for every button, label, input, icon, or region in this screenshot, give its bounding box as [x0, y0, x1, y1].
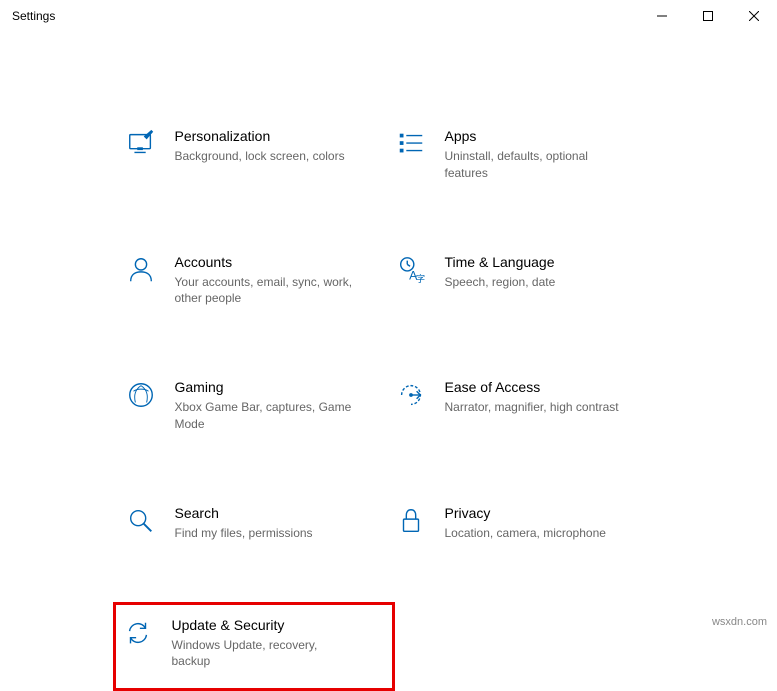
tile-text: Search Find my files, permissions: [175, 505, 313, 542]
tile-title: Apps: [445, 128, 625, 144]
tile-personalization[interactable]: Personalization Background, lock screen,…: [119, 122, 389, 188]
close-button[interactable]: [731, 0, 777, 32]
tile-desc: Windows Update, recovery, backup: [172, 637, 352, 671]
tile-time-language[interactable]: A字 Time & Language Speech, region, date: [389, 248, 659, 314]
tile-update-security[interactable]: Update & Security Windows Update, recove…: [113, 602, 395, 691]
settings-content: Personalization Background, lock screen,…: [0, 32, 777, 685]
tile-title: Personalization: [175, 128, 345, 144]
maximize-button[interactable]: [685, 0, 731, 32]
svg-text:字: 字: [415, 273, 424, 284]
tile-title: Privacy: [445, 505, 606, 521]
tile-text: Time & Language Speech, region, date: [445, 254, 556, 291]
tile-title: Accounts: [175, 254, 355, 270]
tile-text: Ease of Access Narrator, magnifier, high…: [445, 379, 619, 416]
tile-accounts[interactable]: Accounts Your accounts, email, sync, wor…: [119, 248, 389, 314]
watermark: wsxdn.com: [712, 616, 767, 628]
tile-text: Personalization Background, lock screen,…: [175, 128, 345, 165]
personalization-icon: [125, 128, 157, 160]
tile-desc: Location, camera, microphone: [445, 525, 606, 542]
tile-desc: Background, lock screen, colors: [175, 148, 345, 165]
tile-text: Gaming Xbox Game Bar, captures, Game Mod…: [175, 379, 355, 433]
time-language-icon: A字: [395, 254, 427, 286]
tile-desc: Uninstall, defaults, optional features: [445, 148, 625, 182]
tile-desc: Speech, region, date: [445, 274, 556, 291]
tile-desc: Narrator, magnifier, high contrast: [445, 399, 619, 416]
tile-text: Update & Security Windows Update, recove…: [172, 617, 352, 671]
tile-text: Privacy Location, camera, microphone: [445, 505, 606, 542]
privacy-icon: [395, 505, 427, 537]
tile-apps[interactable]: Apps Uninstall, defaults, optional featu…: [389, 122, 659, 188]
tile-title: Search: [175, 505, 313, 521]
tile-title: Time & Language: [445, 254, 556, 270]
search-icon: [125, 505, 157, 537]
update-security-icon: [122, 617, 154, 649]
tile-desc: Your accounts, email, sync, work, other …: [175, 274, 355, 308]
apps-icon: [395, 128, 427, 160]
gaming-icon: [125, 379, 157, 411]
tile-title: Update & Security: [172, 617, 352, 633]
tile-desc: Find my files, permissions: [175, 525, 313, 542]
tile-privacy[interactable]: Privacy Location, camera, microphone: [389, 499, 659, 548]
window-title: Settings: [12, 9, 639, 23]
tile-gaming[interactable]: Gaming Xbox Game Bar, captures, Game Mod…: [119, 373, 389, 439]
ease-of-access-icon: [395, 379, 427, 411]
tile-text: Apps Uninstall, defaults, optional featu…: [445, 128, 625, 182]
tile-search[interactable]: Search Find my files, permissions: [119, 499, 389, 548]
minimize-button[interactable]: [639, 0, 685, 32]
tile-title: Gaming: [175, 379, 355, 395]
accounts-icon: [125, 254, 157, 286]
titlebar: Settings: [0, 0, 777, 32]
tile-ease-of-access[interactable]: Ease of Access Narrator, magnifier, high…: [389, 373, 659, 439]
tile-title: Ease of Access: [445, 379, 619, 395]
tile-desc: Xbox Game Bar, captures, Game Mode: [175, 399, 355, 433]
tile-text: Accounts Your accounts, email, sync, wor…: [175, 254, 355, 308]
window-controls: [639, 0, 777, 32]
settings-grid: Personalization Background, lock screen,…: [119, 122, 659, 685]
